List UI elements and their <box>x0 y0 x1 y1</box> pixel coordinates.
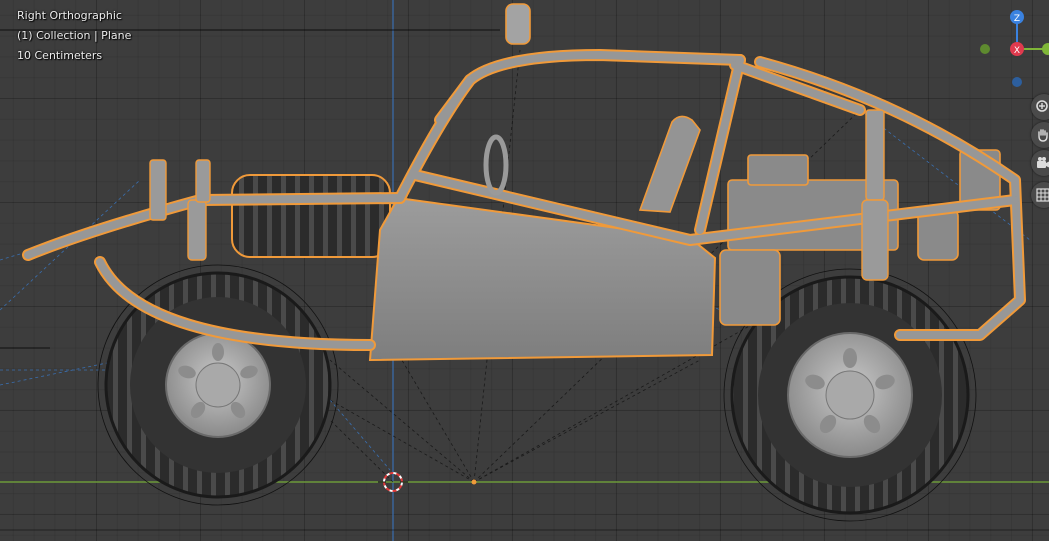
collection-info: (1) Collection | Plane <box>17 29 132 42</box>
spare-tire <box>231 174 391 258</box>
seat <box>638 115 701 213</box>
zoom-icon <box>1036 100 1048 112</box>
grid-icon <box>1036 188 1049 202</box>
front-shock <box>861 109 889 281</box>
navigation-gizmo[interactable]: Z X <box>970 0 1049 100</box>
scene-canvas[interactable] <box>0 0 1049 541</box>
steering-wheel <box>483 134 509 196</box>
gizmo-neg-y-axis <box>980 44 990 54</box>
gizmo-y-axis <box>1042 43 1049 55</box>
object-origin <box>471 479 477 485</box>
view-name: Right Orthographic <box>17 9 122 22</box>
3d-viewport[interactable]: Right Orthographic (1) Collection | Plan… <box>0 0 1049 541</box>
gizmo-x-label: X <box>1014 46 1020 56</box>
gizmo-neg-z-axis <box>1012 77 1022 87</box>
roof-light <box>505 3 531 45</box>
gizmo-z-label: Z <box>1014 14 1020 24</box>
camera-icon <box>1037 157 1049 168</box>
side-panel <box>368 196 717 362</box>
grid-scale: 10 Centimeters <box>17 49 103 62</box>
hand-pan-icon <box>1038 129 1048 142</box>
